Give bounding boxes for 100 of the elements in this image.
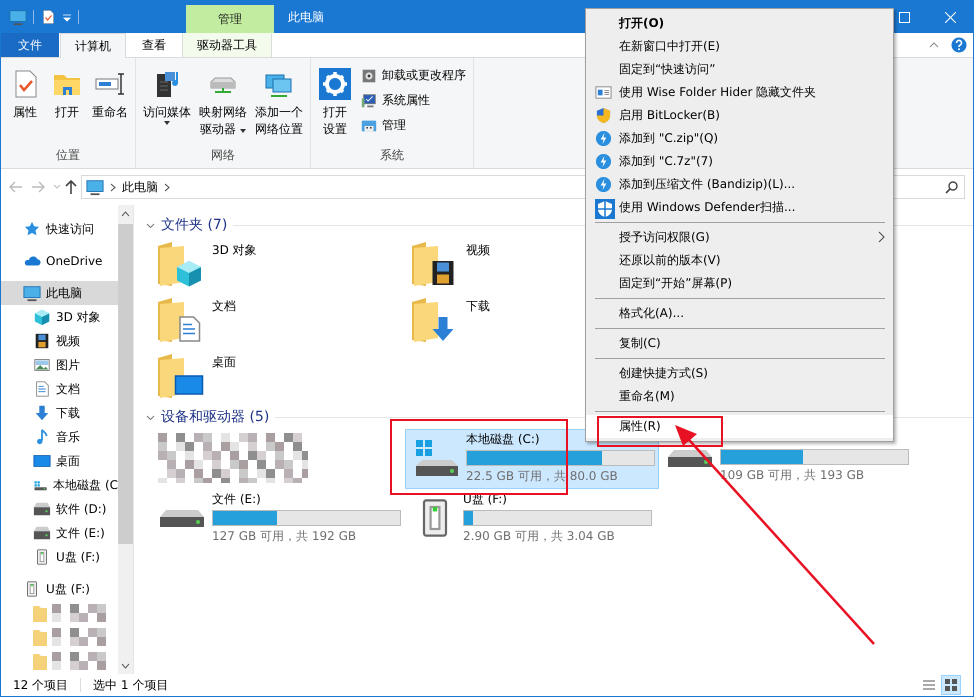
selection-count: 选中 1 个项目 — [93, 676, 168, 694]
scrollbar[interactable] — [118, 205, 134, 674]
drive-space: 2.90 GB 可用，共 3.04 GB — [463, 528, 616, 545]
sidebar-item[interactable]: 图片 — [1, 353, 118, 377]
group-label: 网络 — [210, 147, 236, 164]
monitor-check-icon — [360, 92, 378, 110]
drive-space: 127 GB 可用，共 192 GB — [212, 528, 358, 545]
menu-item[interactable]: 启用 BitLocker(B) — [586, 104, 893, 127]
sidebar-item[interactable]: 文件 (E:) — [1, 521, 118, 545]
ribbon-tab[interactable]: 驱动器工具 — [182, 33, 272, 57]
ribbon-tab[interactable]: 计算机 — [60, 33, 126, 58]
sidebar-item[interactable]: 本地磁盘 (C — [1, 473, 118, 497]
details-view-icon[interactable] — [923, 679, 935, 691]
drive-space: 22.5 GB 可用，共 80.0 GB — [466, 468, 619, 485]
scroll-up-icon[interactable] — [121, 210, 130, 216]
menu-item[interactable]: 格式化(A)... — [586, 302, 893, 325]
menu-item[interactable]: 添加到 "C.zip"(Q) — [586, 127, 893, 150]
group-label: 位置 — [55, 147, 81, 164]
ribbon-tab[interactable]: 查看 — [127, 33, 181, 57]
sidebar-item[interactable]: U盘 (F:) — [1, 545, 118, 569]
ribbon-button[interactable]: 映射网络 驱动器 — [196, 62, 250, 146]
drive-icon — [158, 508, 206, 528]
collapse-caret-icon[interactable] — [929, 42, 939, 48]
folder-tile[interactable]: 文档 — [151, 293, 405, 349]
folder-tile[interactable]: 3D 对象 — [151, 237, 405, 293]
ribbon-button[interactable]: 系统属性 — [357, 89, 469, 112]
sidebar-item[interactable]: 下载 — [1, 401, 118, 425]
drive-tile[interactable]: 文件 (E:) 127 GB 可用，共 192 GB — [151, 489, 405, 549]
drive-icon — [666, 448, 714, 468]
ribbon-button[interactable]: 打开 设置 — [315, 62, 355, 146]
ribbon-button[interactable]: 管理 — [357, 114, 469, 137]
ribbon-button[interactable]: 访问媒体 — [140, 62, 194, 146]
drive-icon — [33, 500, 51, 518]
drive-icon — [33, 524, 51, 542]
menu-item[interactable]: 固定到“快速访问” — [586, 58, 893, 81]
image-icon — [33, 356, 51, 374]
drive-name: 本地磁盘 (C:) — [466, 431, 541, 448]
file-menu-tab[interactable]: 文件 — [1, 33, 59, 57]
sidebar-item[interactable]: 快速访问 — [1, 217, 118, 241]
sidebar-item[interactable]: 软件 (D:) — [1, 497, 118, 521]
ribbon-button[interactable]: 卸载或更改程序 — [357, 64, 469, 87]
menu-item[interactable]: 创建快捷方式(S) — [586, 362, 893, 385]
shield-icon — [595, 199, 615, 219]
sidebar-item[interactable]: 桌面 — [1, 449, 118, 473]
caret-icon — [240, 129, 246, 133]
computer-icon — [23, 284, 41, 302]
dropdown-icon[interactable] — [62, 12, 72, 22]
up-arrow-icon[interactable] — [65, 180, 77, 194]
help-icon[interactable] — [951, 37, 967, 53]
folder-name: 文档 — [212, 298, 236, 315]
sidebar-item[interactable]: 音乐 — [1, 425, 118, 449]
lightning-circle-icon — [595, 176, 612, 193]
folder-name: 下载 — [466, 298, 490, 315]
menu-item[interactable]: 固定到“开始”屏幕(P) — [586, 272, 893, 295]
section-title[interactable]: 设备和驱动器 (5) — [161, 408, 270, 426]
sidebar-item[interactable]: 文档 — [1, 377, 118, 401]
menu-item[interactable]: 还原以前的版本(V) — [586, 249, 893, 272]
sidebar-item[interactable]: OneDrive — [1, 249, 118, 273]
sidebar-item[interactable]: 视频 — [1, 329, 118, 353]
section-title[interactable]: 文件夹 (7) — [161, 216, 228, 234]
menu-item[interactable]: 复制(C) — [586, 332, 893, 355]
folder-name: 桌面 — [212, 354, 236, 371]
maximize-icon[interactable] — [898, 12, 910, 22]
folder-name: 3D 对象 — [212, 242, 257, 259]
lightning-circle-icon — [595, 153, 612, 170]
ribbon-button[interactable]: 打开 — [47, 62, 87, 146]
ribbon-button[interactable]: 属性 — [5, 62, 45, 146]
desktop-icon — [33, 452, 51, 470]
window-list-icon — [595, 84, 612, 101]
close-icon[interactable] — [944, 12, 956, 22]
menu-item[interactable]: 添加到 "C.7z"(7) — [586, 150, 893, 173]
down-arrow-icon — [33, 404, 51, 422]
scroll-down-icon[interactable] — [121, 662, 130, 668]
ribbon-button[interactable]: 添加一个 网络位置 — [252, 62, 306, 146]
sidebar-item[interactable]: 此电脑 — [1, 281, 118, 305]
ribbon-button[interactable]: 重命名 — [89, 62, 131, 146]
chevron-down-icon[interactable] — [146, 220, 155, 230]
contextual-tab-header: 管理 — [186, 5, 274, 33]
computer-icon — [86, 178, 104, 196]
menu-item[interactable]: 重命名(M) — [586, 385, 893, 408]
sidebar-item[interactable]: 3D 对象 — [1, 305, 118, 329]
gear-icon — [319, 68, 351, 100]
lightning-circle-icon — [595, 130, 612, 147]
caret-icon — [164, 121, 170, 125]
scroll-thumb[interactable] — [118, 224, 133, 544]
group-label: 系统 — [379, 147, 405, 164]
window-title: 此电脑 — [287, 8, 325, 26]
tiles-view-icon[interactable] — [945, 679, 957, 691]
menu-item[interactable]: 属性(R) — [586, 415, 893, 438]
menu-item[interactable]: 使用 Wise Folder Hider 隐藏文件夹 — [586, 81, 893, 104]
folder-tile[interactable]: 桌面 — [151, 349, 405, 405]
menu-item[interactable]: 在新窗口中打开(E) — [586, 35, 893, 58]
address-path[interactable]: 此电脑 — [122, 178, 158, 196]
menu-item[interactable]: 授予访问权限(G) — [586, 226, 893, 249]
computer-icon — [9, 8, 27, 26]
chevron-down-icon[interactable] — [146, 412, 155, 422]
menu-item[interactable]: 使用 Windows Defender扫描... — [586, 196, 893, 219]
menu-item[interactable]: 打开(O) — [586, 12, 893, 35]
folder-icon — [412, 298, 440, 342]
sidebar-item[interactable]: U盘 (F:) — [1, 577, 118, 601]
